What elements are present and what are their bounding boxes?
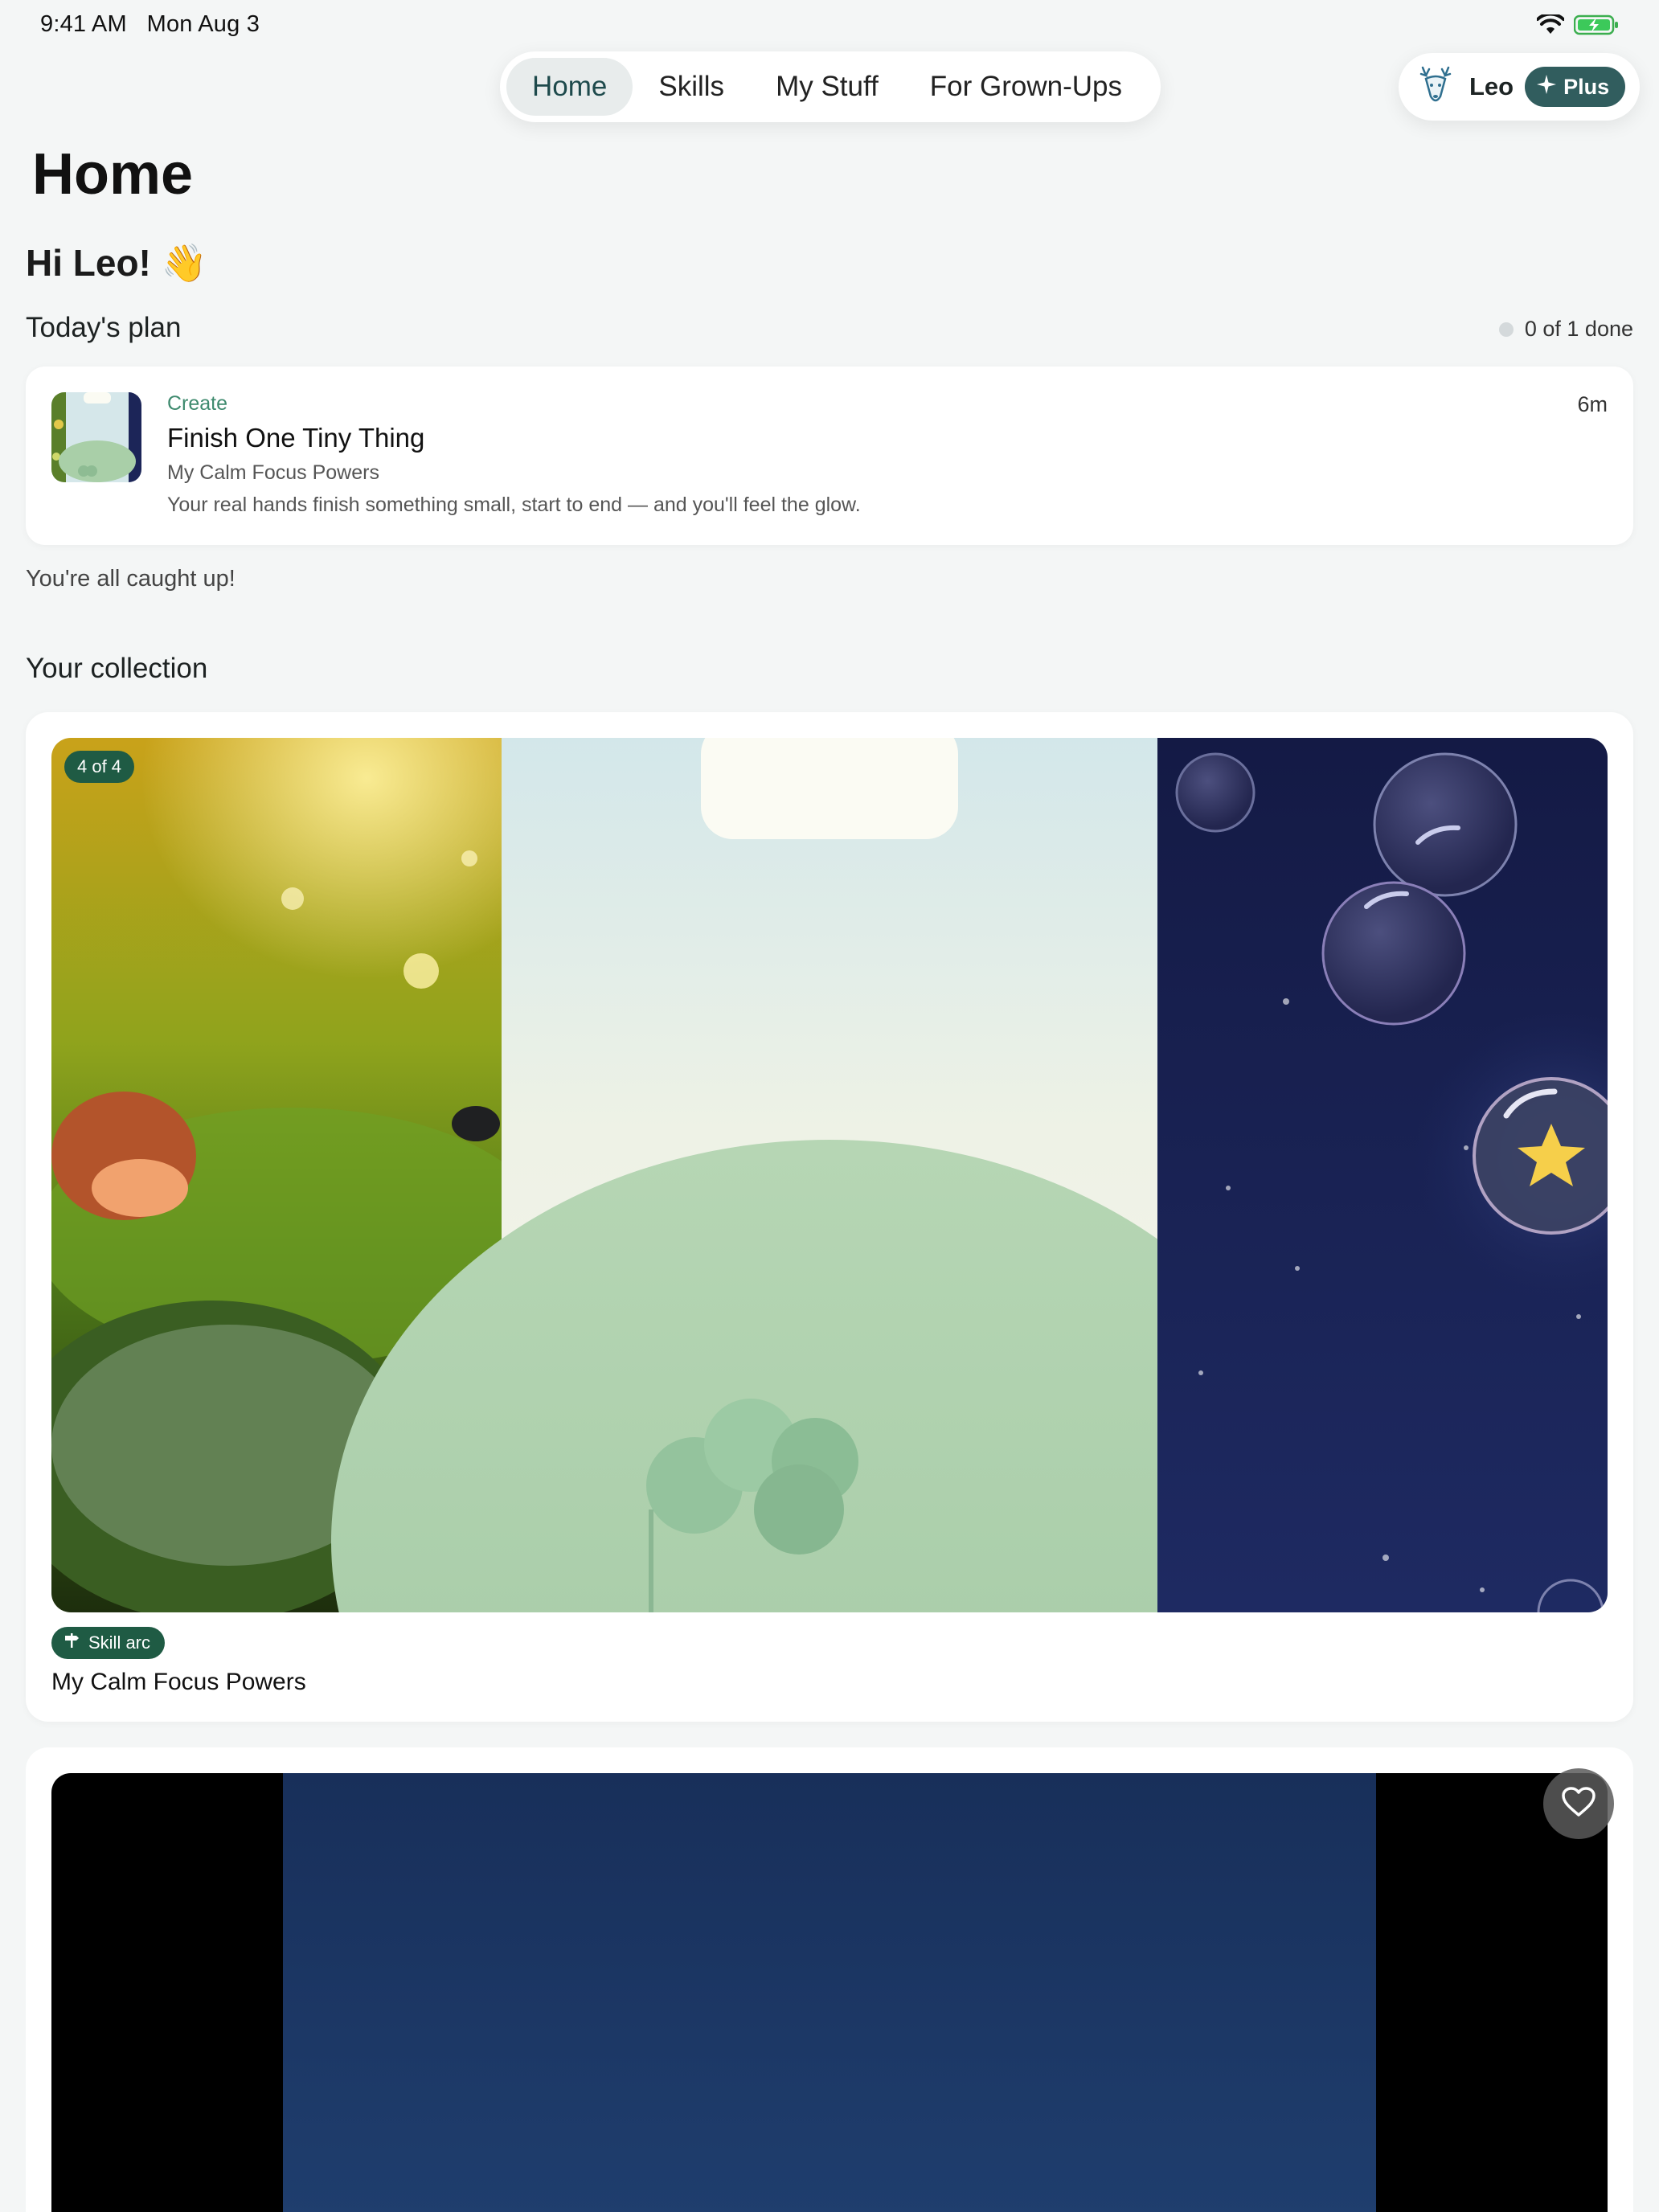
caught-up-message: You're all caught up!	[26, 566, 236, 592]
battery-charging-icon	[1573, 14, 1619, 39]
collection-video-thumbnail	[51, 1773, 1608, 2212]
status-icons	[1536, 12, 1619, 39]
profile-name: Leo	[1469, 72, 1514, 100]
tab-for-grown-ups[interactable]: For Grown-Ups	[904, 58, 1148, 116]
wifi-icon	[1536, 12, 1565, 39]
sparkle-icon	[1536, 74, 1557, 100]
plan-item-duration: 6m	[1577, 392, 1608, 416]
plan-progress: 0 of 1 done	[1498, 317, 1633, 342]
plan-item-category: Create	[167, 392, 228, 415]
collection-card[interactable]: 4 of 4 Skill arc My Calm Focus Powers	[26, 712, 1633, 1722]
collection-card-title: My Calm Focus Powers	[51, 1669, 306, 1695]
skill-arc-badge: Skill arc	[51, 1627, 166, 1659]
progress-dot	[1498, 322, 1514, 337]
plus-badge: Plus	[1525, 67, 1626, 107]
greeting: Hi Leo! 👋	[26, 242, 207, 284]
collection-count-badge: 4 of 4	[64, 751, 135, 783]
collection-heading: Your collection	[26, 653, 208, 684]
plan-thumbnail	[51, 392, 141, 482]
heart-icon	[1561, 1786, 1596, 1822]
favorite-button[interactable]	[1543, 1768, 1614, 1839]
collection-collage-image	[51, 738, 1608, 1612]
plan-item-card[interactable]: Create Finish One Tiny Thing My Calm Foc…	[26, 367, 1633, 545]
tab-my-stuff[interactable]: My Stuff	[750, 58, 904, 116]
todays-plan-heading: Today's plan	[26, 312, 182, 343]
plan-item-title: Finish One Tiny Thing	[167, 423, 425, 453]
signpost-icon	[63, 1632, 80, 1654]
page-title: Home	[32, 142, 194, 207]
plan-item-skill: My Calm Focus Powers	[167, 461, 379, 484]
top-navigation: Home Skills My Stuff For Grown-Ups	[500, 51, 1161, 122]
status-time: 9:41 AM Mon Aug 3	[40, 11, 260, 37]
video-frame-content	[283, 1773, 1376, 2212]
collection-card-2[interactable]	[26, 1747, 1633, 2212]
profile-button[interactable]: Leo Plus	[1399, 53, 1640, 121]
tab-skills[interactable]: Skills	[633, 58, 750, 116]
status-bar: 9:41 AM Mon Aug 3	[0, 0, 1659, 51]
deer-avatar-icon	[1416, 64, 1455, 110]
tab-home[interactable]: Home	[506, 58, 633, 116]
plan-item-description: Your real hands finish something small, …	[167, 494, 861, 516]
